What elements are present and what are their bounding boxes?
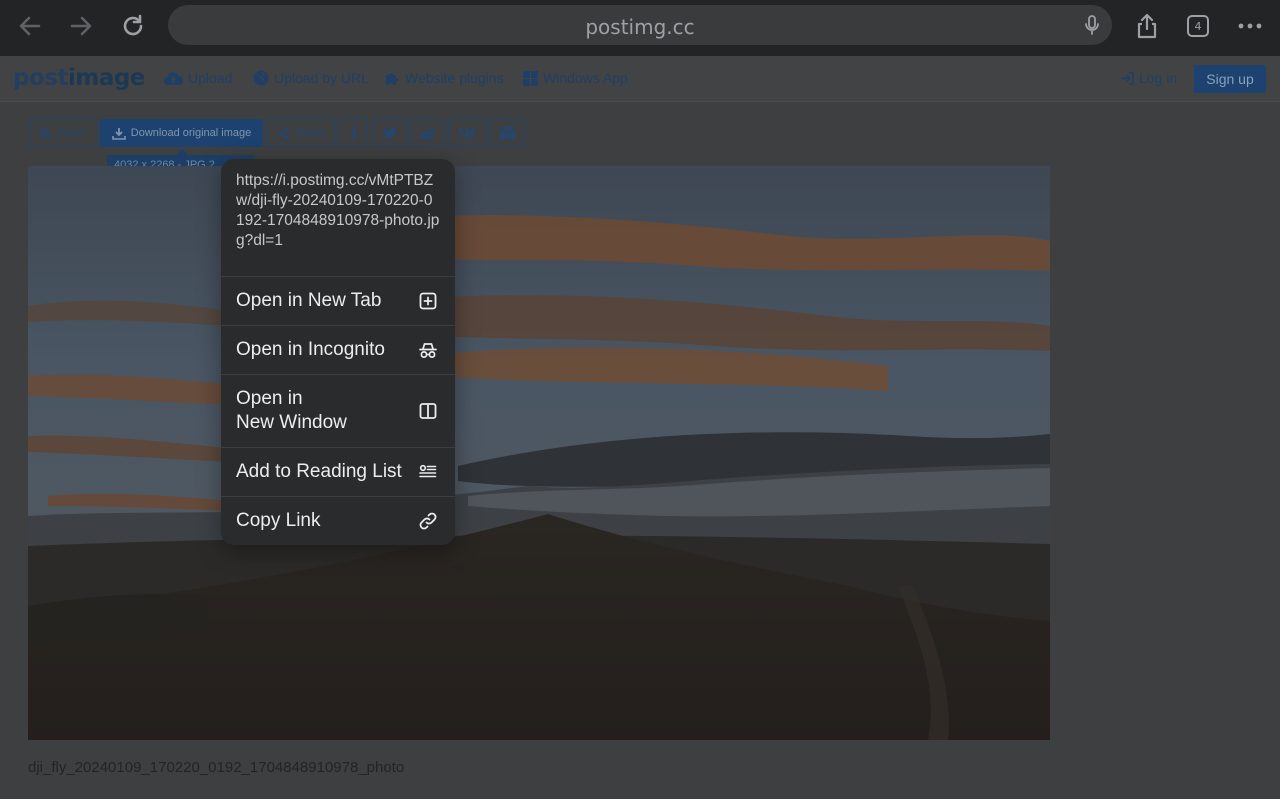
landscape-photo <box>28 166 1050 740</box>
nav-upload-url[interactable]: Upload by URL <box>253 70 369 86</box>
facebook-icon <box>350 126 357 140</box>
facebook-share-button[interactable] <box>339 119 368 147</box>
nav-login-label: Log in <box>1139 70 1178 86</box>
postimage-logo[interactable]: postimage <box>13 65 145 91</box>
menu-open-new-window-line1: Open in <box>236 388 303 409</box>
puzzle-icon <box>386 73 398 85</box>
back-button[interactable] <box>14 10 46 42</box>
menu-open-new-tab[interactable]: Open in New Tab <box>221 277 455 326</box>
tab-count: 4 <box>1187 15 1209 37</box>
download-label: Download original image <box>130 127 252 139</box>
reload-icon <box>123 14 143 36</box>
plus-square-icon <box>419 292 437 310</box>
link-icon <box>419 512 437 530</box>
zoom-button[interactable]: Zoom <box>28 119 97 147</box>
nav-plugins[interactable]: Website plugins <box>384 70 504 86</box>
microphone-icon <box>1085 15 1099 35</box>
download-original-button[interactable]: Download original image <box>100 119 263 147</box>
more-menu-button[interactable] <box>1234 10 1266 42</box>
more-dots-icon <box>1238 23 1262 29</box>
split-window-icon <box>419 403 437 419</box>
address-text: postimg.cc <box>585 15 695 39</box>
share-icon <box>1137 13 1157 39</box>
menu-add-reading-list[interactable]: Add to Reading List <box>221 448 455 497</box>
twitter-icon <box>382 127 397 139</box>
menu-open-incognito[interactable]: Open in Incognito <box>221 326 455 375</box>
arrow-right-icon <box>70 16 92 36</box>
nav-upload[interactable]: Upload <box>164 70 232 86</box>
microphone-button[interactable] <box>1080 13 1104 37</box>
cloud-upload-icon <box>164 71 183 85</box>
email-share-button[interactable] <box>490 119 525 147</box>
menu-open-incognito-label: Open in Incognito <box>236 339 385 360</box>
nav-upload-url-label: Upload by URL <box>274 70 369 86</box>
share-group: Share <box>267 119 335 147</box>
uploaded-photo[interactable] <box>28 166 1050 740</box>
windows-icon <box>523 70 538 86</box>
menu-open-new-tab-label: Open in New Tab <box>236 290 382 311</box>
site-header: postimage Upload Upload by URL Website p… <box>0 56 1280 102</box>
menu-open-new-window-line2: New Window <box>236 412 347 433</box>
tab-switcher-button[interactable]: 4 <box>1182 10 1214 42</box>
reload-button[interactable] <box>117 10 149 42</box>
share-button[interactable]: Share <box>267 119 335 147</box>
arrow-left-icon <box>19 16 41 36</box>
nav-plugins-label: Website plugins <box>405 70 504 86</box>
menu-add-reading-list-label: Add to Reading List <box>236 461 402 482</box>
image-filename: dji_fly_20240109_170220_0192_17048489109… <box>28 759 405 776</box>
vk-share-button[interactable] <box>448 119 487 147</box>
zoom-icon <box>40 127 53 140</box>
reading-list-icon <box>419 464 437 478</box>
menu-open-new-window[interactable]: Open in New Window <box>221 375 455 448</box>
menu-open-new-window-label: Open in New Window <box>236 387 347 435</box>
address-bar[interactable]: postimg.cc <box>168 5 1112 45</box>
context-link-url: https://i.postimg.cc/vMtPTBZw/dji-fly-20… <box>221 159 455 277</box>
share-label: Share <box>295 127 325 139</box>
twitter-share-button[interactable] <box>372 119 407 147</box>
nav-upload-label: Upload <box>188 70 233 86</box>
menu-copy-link-label: Copy Link <box>236 510 321 531</box>
share-nodes-icon <box>278 127 290 139</box>
vk-icon <box>459 128 476 138</box>
globe-icon <box>253 70 269 86</box>
reddit-icon <box>420 126 435 139</box>
menu-copy-link[interactable]: Copy Link <box>221 497 455 545</box>
share-page-button[interactable] <box>1131 10 1163 42</box>
social-buttons <box>339 119 525 147</box>
signup-button[interactable]: Sign up <box>1194 65 1266 93</box>
zoom-label: Zoom <box>57 127 86 139</box>
browser-toolbar: postimg.cc 4 <box>0 0 1280 56</box>
login-icon <box>1122 71 1134 85</box>
reddit-share-button[interactable] <box>410 119 445 147</box>
nav-windows-app-label: Windows App <box>543 70 628 86</box>
download-group: Download original image <box>100 119 263 147</box>
link-context-menu: https://i.postimg.cc/vMtPTBZw/dji-fly-20… <box>221 159 455 545</box>
download-icon <box>111 127 126 140</box>
incognito-icon <box>419 343 437 358</box>
image-toolbar: Zoom <box>28 119 97 147</box>
nav-windows-app[interactable]: Windows App <box>523 70 628 86</box>
email-icon <box>500 127 515 139</box>
logo-image: image <box>67 65 145 91</box>
nav-login[interactable]: Log in <box>1121 70 1177 86</box>
logo-post: post <box>13 65 68 91</box>
forward-button[interactable] <box>65 10 97 42</box>
